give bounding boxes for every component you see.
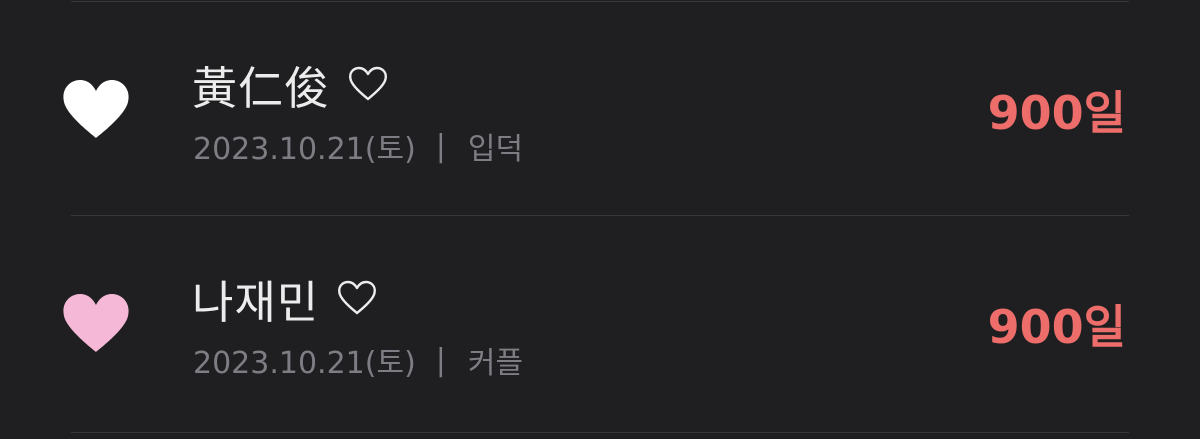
item-date: 2023.10.21(토) xyxy=(193,346,416,381)
list-item[interactable]: 나재민 2023.10.21(토) | 커플 900일 xyxy=(0,216,1200,430)
item-title: 黃仁俊 xyxy=(192,54,388,115)
days-count: 900일 xyxy=(987,300,1126,354)
item-title: 나재민 xyxy=(192,268,377,329)
separator: | xyxy=(435,342,446,378)
pink-heart-icon xyxy=(61,292,131,354)
outline-heart-icon xyxy=(348,66,388,102)
separator: | xyxy=(435,128,446,164)
white-heart-icon xyxy=(61,78,131,140)
item-subtitle: 2023.10.21(토) | 입덕 xyxy=(193,124,523,168)
item-name: 黃仁俊 xyxy=(192,61,331,115)
divider xyxy=(71,432,1129,433)
outline-heart-icon xyxy=(337,280,377,316)
days-count: 900일 xyxy=(987,86,1126,140)
item-tag: 입덕 xyxy=(467,132,524,167)
item-date: 2023.10.21(토) xyxy=(193,132,416,167)
item-subtitle: 2023.10.21(토) | 커플 xyxy=(193,338,523,382)
item-name: 나재민 xyxy=(192,275,320,329)
item-tag: 커플 xyxy=(467,346,524,381)
list-item[interactable]: 黃仁俊 2023.10.21(토) | 입덕 900일 xyxy=(0,2,1200,216)
anniversary-list: 黃仁俊 2023.10.21(토) | 입덕 900일 나재민 2023.10.… xyxy=(0,0,1200,439)
